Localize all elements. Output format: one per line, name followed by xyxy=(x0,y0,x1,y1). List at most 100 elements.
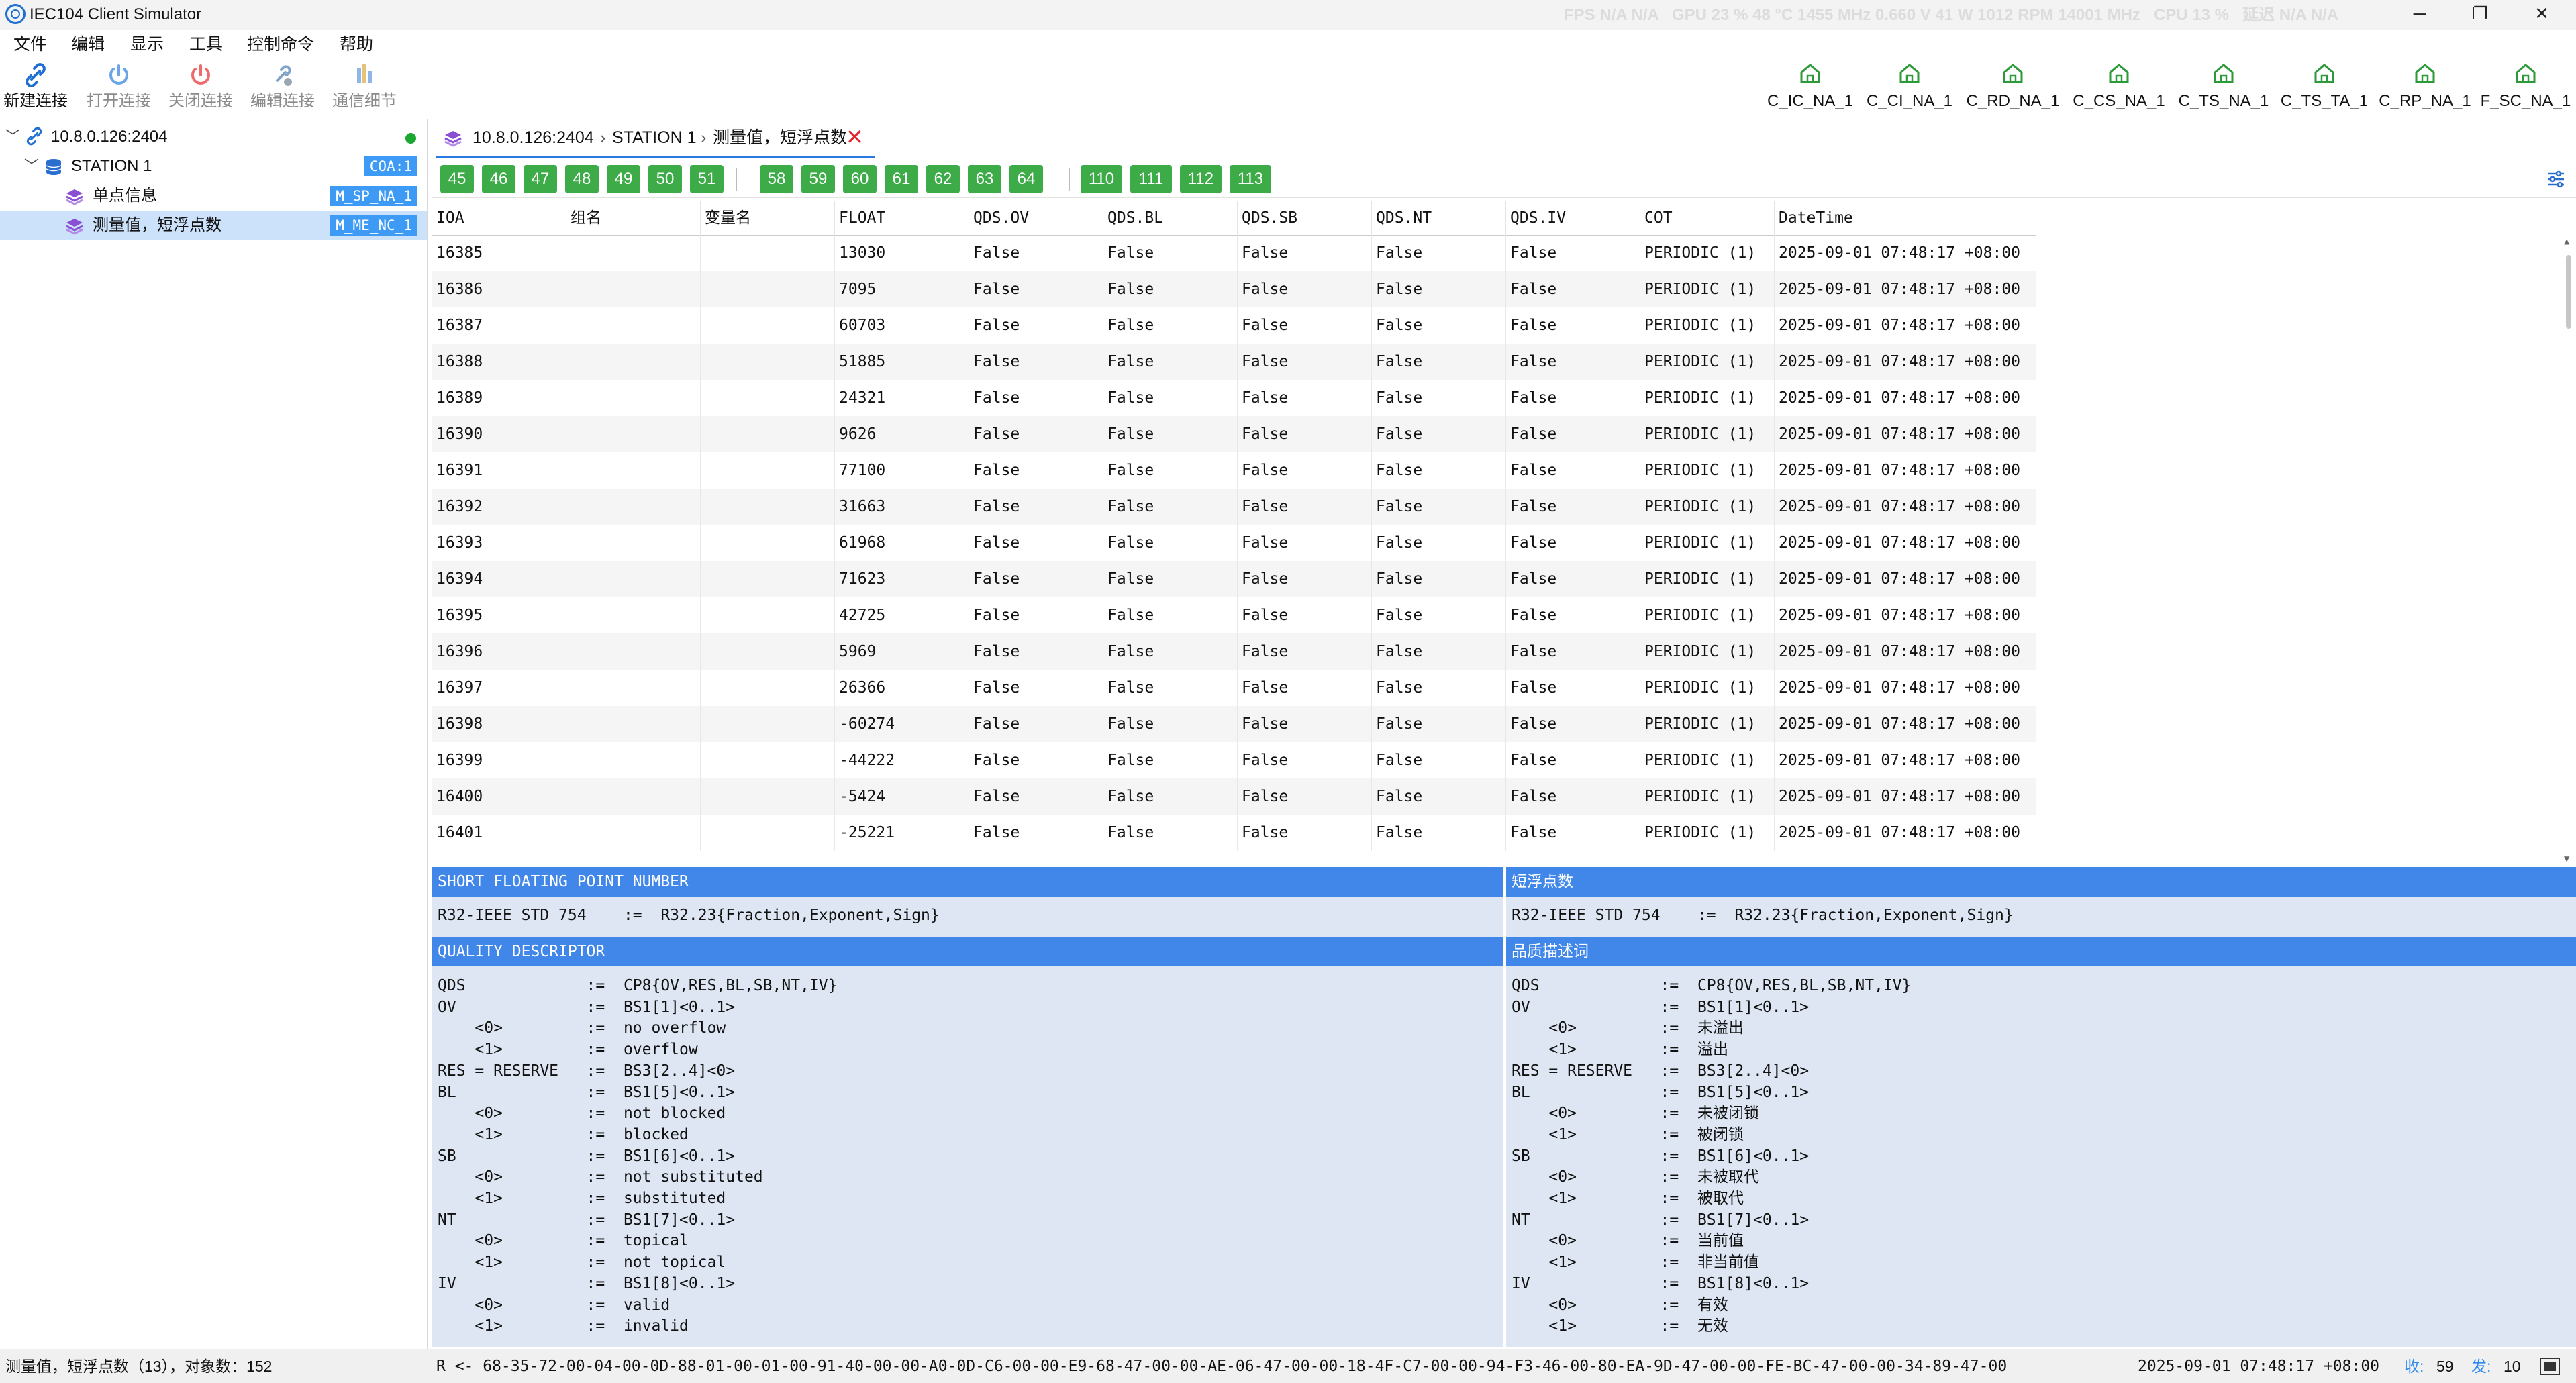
function-button-c-ts-ta-1[interactable]: C_TS_TA_1 xyxy=(2274,62,2375,111)
table-row[interactable]: 16391 77100 False False False False False PERIO… xyxy=(432,452,2036,489)
column-header-float[interactable]: FLOAT xyxy=(835,201,969,235)
type-id-tag: M_ME_NC_1 xyxy=(330,215,417,236)
column-header-group[interactable]: 组名 xyxy=(566,201,701,235)
document-tab[interactable]: 10.8.0.126:2404 › STATION 1 › 测量值，短浮点数 ✕ xyxy=(436,121,875,158)
column-header-qds-iv[interactable]: QDS.IV xyxy=(1506,201,1640,235)
title-bar: IEC104 Client Simulator FPS N/A N/A GPU … xyxy=(0,0,2576,30)
page-button[interactable]: 110 xyxy=(1081,165,1122,193)
cell-qds-iv: False xyxy=(1506,525,1640,561)
cell-qds-bl: False xyxy=(1103,815,1238,851)
table-row[interactable]: 16401 -25221 False False False False False PERI… xyxy=(432,815,2036,851)
function-button-c-ic-na-1[interactable]: C_IC_NA_1 xyxy=(1760,62,1861,111)
table-row[interactable]: 16399 -44222 False False False False False PERI… xyxy=(432,742,2036,778)
grid-vertical-scrollbar[interactable]: ▲ ▼ xyxy=(2561,235,2576,866)
page-button[interactable]: 64 xyxy=(1009,165,1043,193)
table-row[interactable]: 16385 13030 False False False False False PERIO… xyxy=(432,235,2036,271)
page-button[interactable]: 111 xyxy=(1130,165,1172,193)
cell-qds-sb: False xyxy=(1238,815,1372,851)
page-button[interactable]: 49 xyxy=(607,165,640,193)
page-button[interactable]: 50 xyxy=(648,165,682,193)
menu-help[interactable]: 帮助 xyxy=(340,34,373,55)
scroll-down-icon[interactable]: ▼ xyxy=(2564,854,2569,864)
scroll-thumb[interactable] xyxy=(2566,255,2571,329)
log-panel-icon[interactable] xyxy=(2540,1358,2560,1375)
perf-cpu-label: CPU xyxy=(2153,6,2188,24)
menu-control-commands[interactable]: 控制命令 xyxy=(247,34,314,55)
close-tab-icon[interactable]: ✕ xyxy=(846,125,864,149)
scroll-up-icon[interactable]: ▲ xyxy=(2564,236,2569,247)
open-connection-button[interactable]: 打开连接 xyxy=(79,62,158,111)
table-row[interactable]: 16394 71623 False False False False False PERIO… xyxy=(432,561,2036,597)
tree-node-connection[interactable]: ﹀ 10.8.0.126:2404 xyxy=(0,122,427,152)
cell-float: -60274 xyxy=(835,706,969,742)
table-row[interactable]: 16386 7095 False False False False False PERIOD… xyxy=(432,271,2036,307)
comm-details-button[interactable]: 通信细节 xyxy=(325,62,404,111)
chevron-down-icon[interactable]: ﹀ xyxy=(24,152,39,181)
breadcrumb-item[interactable]: 测量值，短浮点数 xyxy=(713,126,847,149)
function-button-c-cs-na-1[interactable]: C_CS_NA_1 xyxy=(2069,62,2169,111)
table-row[interactable]: 16392 31663 False False False False False PERIO… xyxy=(432,489,2036,525)
page-button[interactable]: 48 xyxy=(565,165,599,193)
column-header-qds-bl[interactable]: QDS.BL xyxy=(1103,201,1238,235)
function-button-f-sc-na-1[interactable]: F_SC_NA_1 xyxy=(2475,62,2576,111)
tree-node-station[interactable]: ﹀ STATION 1 COA:1 xyxy=(0,152,427,181)
table-row[interactable]: 16396 5969 False False False False False PERIOD… xyxy=(432,633,2036,670)
table-row[interactable]: 16390 9626 False False False False False PERIOD… xyxy=(432,416,2036,452)
page-button[interactable]: 62 xyxy=(926,165,960,193)
menu-edit[interactable]: 编辑 xyxy=(71,34,105,55)
column-header-qds-sb[interactable]: QDS.SB xyxy=(1238,201,1372,235)
table-row[interactable]: 16397 26366 False False False False False PERIO… xyxy=(432,670,2036,706)
cell-qds-ov: False xyxy=(969,778,1103,815)
new-connection-button[interactable]: 新建连接 xyxy=(0,62,75,111)
close-window-button[interactable]: ✕ xyxy=(2518,0,2565,30)
page-button[interactable]: 47 xyxy=(524,165,557,193)
page-button[interactable]: 112 xyxy=(1180,165,1222,193)
table-row[interactable]: 16395 42725 False False False False False PERIO… xyxy=(432,597,2036,633)
cell-variable xyxy=(701,778,835,815)
function-button-c-rp-na-1[interactable]: C_RP_NA_1 xyxy=(2375,62,2475,111)
minimize-button[interactable]: ─ xyxy=(2396,0,2443,30)
table-row[interactable]: 16388 51885 False False False False False PERIO… xyxy=(432,344,2036,380)
function-button-c-ci-na-1[interactable]: C_CI_NA_1 xyxy=(1859,62,1960,111)
column-header-ioa[interactable]: IOA xyxy=(432,201,566,235)
page-button[interactable]: 113 xyxy=(1230,165,1271,193)
table-row[interactable]: 16398 -60274 False False False False False PERI… xyxy=(432,706,2036,742)
page-button[interactable]: 59 xyxy=(801,165,835,193)
quality-definition: QDS := CP8{OV,RES,BL,SB,NT,IV} OV := BS1… xyxy=(438,977,838,1335)
breadcrumb-connection[interactable]: 10.8.0.126:2404 xyxy=(473,126,594,149)
close-connection-button[interactable]: 关闭连接 xyxy=(161,62,240,111)
menu-view[interactable]: 显示 xyxy=(130,34,164,55)
cell-datetime: 2025-09-01 07:48:17 +08:00 xyxy=(1775,489,2036,525)
column-header-cot[interactable]: COT xyxy=(1640,201,1775,235)
function-button-c-ts-na-1[interactable]: C_TS_NA_1 xyxy=(2173,62,2274,111)
function-button-c-rd-na-1[interactable]: C_RD_NA_1 xyxy=(1963,62,2063,111)
table-row[interactable]: 16389 24321 False False False False False PERIO… xyxy=(432,380,2036,416)
breadcrumb-station[interactable]: STATION 1 xyxy=(612,126,696,149)
menu-tools[interactable]: 工具 xyxy=(189,34,223,55)
table-row[interactable]: 16400 -5424 False False False False False PERIO… xyxy=(432,778,2036,815)
sliders-icon[interactable] xyxy=(2545,169,2567,189)
column-header-variable[interactable]: 变量名 xyxy=(701,201,835,235)
chevron-down-icon[interactable]: ﹀ xyxy=(5,122,20,152)
page-button[interactable]: 58 xyxy=(760,165,793,193)
table-row[interactable]: 16393 61968 False False False False False PERIO… xyxy=(432,525,2036,561)
cell-group xyxy=(566,307,701,344)
column-header-qds-nt[interactable]: QDS.NT xyxy=(1372,201,1506,235)
page-button[interactable]: 61 xyxy=(885,165,918,193)
page-button[interactable]: 45 xyxy=(440,165,474,193)
edit-connection-button[interactable]: 编辑连接 xyxy=(243,62,322,111)
menu-file[interactable]: 文件 xyxy=(13,34,47,55)
column-header-qds-ov[interactable]: QDS.OV xyxy=(969,201,1103,235)
maximize-button[interactable]: ❐ xyxy=(2457,0,2504,30)
page-button[interactable]: 60 xyxy=(843,165,877,193)
table-row[interactable]: 16387 60703 False False False False False PERIO… xyxy=(432,307,2036,344)
cell-variable xyxy=(701,670,835,706)
page-button[interactable]: 46 xyxy=(482,165,515,193)
cell-cot: PERIODIC (1) xyxy=(1640,597,1775,633)
page-button[interactable]: 63 xyxy=(968,165,1001,193)
page-button[interactable]: 51 xyxy=(690,165,724,193)
cell-datetime: 2025-09-01 07:48:17 +08:00 xyxy=(1775,670,2036,706)
column-header-datetime[interactable]: DateTime xyxy=(1775,201,2036,235)
tree-item-measured-float[interactable]: 测量值，短浮点数 M_ME_NC_1 xyxy=(0,211,427,240)
tree-item-single-point[interactable]: 单点信息 M_SP_NA_1 xyxy=(0,181,427,211)
